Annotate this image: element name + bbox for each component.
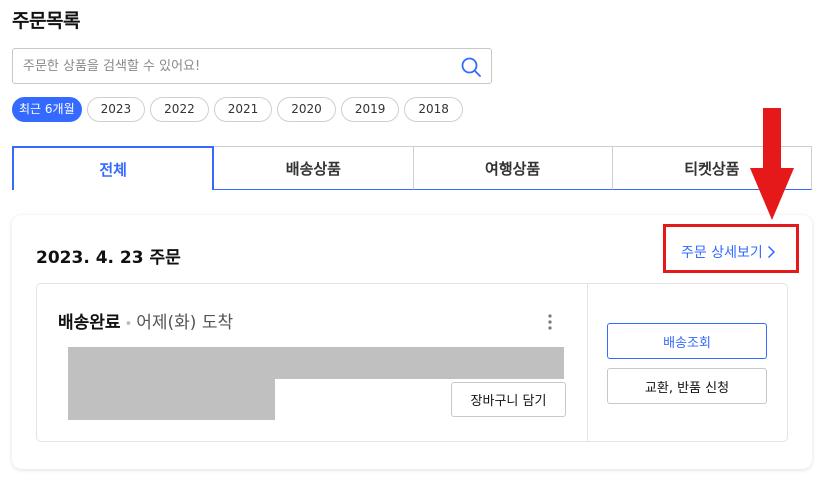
tab-travel-products[interactable]: 여행상품 bbox=[412, 146, 613, 190]
period-chip-2018[interactable]: 2018 bbox=[404, 97, 463, 122]
status-separator: • bbox=[124, 317, 133, 332]
redacted-product-image bbox=[68, 379, 275, 420]
search-icon[interactable] bbox=[460, 56, 482, 78]
page-title: 주문목록 bbox=[12, 10, 80, 32]
item-divider bbox=[587, 284, 588, 441]
annotation-highlight-box bbox=[663, 224, 799, 273]
exchange-return-button[interactable]: 교환, 반품 신청 bbox=[607, 368, 767, 404]
order-item: 배송완료 • 어제(화) 도착 장바구니 담기 배송조회 교환, 반품 신청 bbox=[36, 283, 788, 442]
delivery-status-label: 배송완료 bbox=[58, 313, 121, 333]
annotation-arrow-down-icon bbox=[750, 108, 794, 220]
period-chip-2019[interactable]: 2019 bbox=[340, 97, 400, 122]
track-delivery-button[interactable]: 배송조회 bbox=[607, 323, 767, 359]
order-type-tabs: 전체 배송상품 여행상품 티켓상품 bbox=[12, 146, 812, 190]
search-bar[interactable] bbox=[12, 48, 492, 84]
delivery-arrival-text: 어제(화) 도착 bbox=[136, 313, 234, 333]
period-filter-chips: 최근 6개월 2023 2022 2021 2020 2019 2018 bbox=[12, 97, 463, 122]
add-to-cart-button[interactable]: 장바구니 담기 bbox=[451, 382, 566, 417]
period-chip-2021[interactable]: 2021 bbox=[213, 97, 273, 122]
period-chip-2023[interactable]: 2023 bbox=[86, 97, 146, 122]
order-date: 2023. 4. 23 주문 bbox=[36, 248, 181, 268]
period-chip-recent-6-months[interactable]: 최근 6개월 bbox=[12, 97, 82, 122]
period-chip-2022[interactable]: 2022 bbox=[150, 97, 209, 122]
tab-delivery-products[interactable]: 배송상품 bbox=[213, 146, 414, 190]
period-chip-2020[interactable]: 2020 bbox=[277, 97, 336, 122]
more-options-icon[interactable] bbox=[546, 312, 554, 332]
search-input[interactable] bbox=[23, 49, 453, 83]
delivery-status: 배송완료 • 어제(화) 도착 bbox=[58, 308, 233, 333]
order-card: 2023. 4. 23 주문 주문 상세보기 배송완료 • 어제(화) 도착 장바구… bbox=[12, 215, 812, 469]
redacted-product-info bbox=[68, 347, 564, 379]
tab-all[interactable]: 전체 bbox=[12, 146, 215, 190]
